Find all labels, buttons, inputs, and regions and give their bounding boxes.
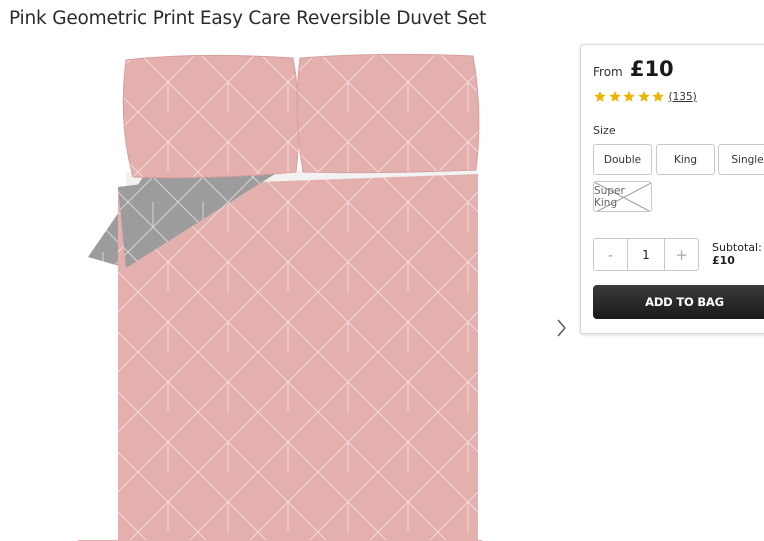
price: From £10 xyxy=(593,57,674,81)
product-title: Pink Geometric Print Easy Care Reversibl… xyxy=(9,8,487,29)
star-icon xyxy=(608,90,621,102)
quantity-decrease-button[interactable]: - xyxy=(594,239,627,270)
product-image[interactable] xyxy=(78,52,482,541)
size-option-label: Super King xyxy=(594,184,625,209)
chevron-right-icon xyxy=(557,319,566,337)
star-icon xyxy=(652,90,664,102)
price-prefix: From xyxy=(593,65,623,79)
rating: (135) xyxy=(593,90,697,103)
purchase-panel: From £10 (135) Size Double King Single S… xyxy=(580,44,764,334)
quantity-input[interactable] xyxy=(627,239,665,270)
star-icon xyxy=(594,90,606,102)
size-label: Size xyxy=(593,124,616,137)
price-value: £10 xyxy=(629,57,674,81)
size-option-double[interactable]: Double xyxy=(593,144,652,175)
star-icon xyxy=(637,90,650,102)
review-count-link[interactable]: (135) xyxy=(669,91,697,103)
size-option-king[interactable]: King xyxy=(656,144,715,175)
quantity-increase-button[interactable]: + xyxy=(665,239,698,270)
carousel-next-button[interactable] xyxy=(553,316,571,340)
add-to-bag-button[interactable]: ADD TO BAG xyxy=(593,285,764,319)
size-option-single[interactable]: Single xyxy=(718,144,764,175)
quantity-stepper: - + xyxy=(593,238,699,271)
subtotal: Subtotal: £10 xyxy=(712,241,762,267)
subtotal-label: Subtotal: xyxy=(712,241,762,254)
star-icon xyxy=(623,90,635,102)
subtotal-value: £10 xyxy=(712,254,735,267)
size-option-super-king: Super King xyxy=(593,181,652,212)
